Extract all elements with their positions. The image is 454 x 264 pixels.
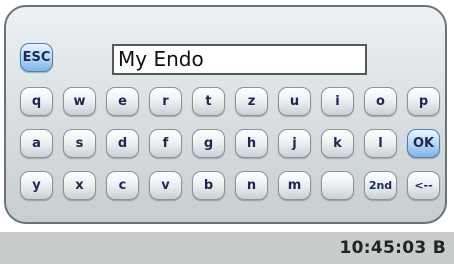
key-y[interactable]: y [20,171,53,200]
clock-readout: 10:45:03 B [339,238,446,258]
key-m[interactable]: m [278,171,311,200]
key-f[interactable]: f [149,129,182,158]
key-h[interactable]: h [235,129,268,158]
key-z[interactable]: z [235,87,268,116]
key-t[interactable]: t [192,87,225,116]
key-r[interactable]: r [149,87,182,116]
key-k[interactable]: k [321,129,354,158]
esc-key[interactable]: ESC [20,43,53,72]
key-p[interactable]: p [407,87,440,116]
keyboard-panel: ESC My Endo q w e r t z u i o p a s d f … [4,5,447,224]
key-u[interactable]: u [278,87,311,116]
key-g[interactable]: g [192,129,225,158]
key-w[interactable]: w [63,87,96,116]
backspace-key[interactable]: <-- [407,171,440,200]
key-q[interactable]: q [20,87,53,116]
status-bar: 10:45:03 B [0,232,454,264]
key-s[interactable]: s [63,129,96,158]
text-input[interactable]: My Endo [112,44,367,75]
key-c[interactable]: c [106,171,139,200]
key-j[interactable]: j [278,129,311,158]
key-n[interactable]: n [235,171,268,200]
key-b[interactable]: b [192,171,225,200]
space-key[interactable] [321,171,354,200]
key-o[interactable]: o [364,87,397,116]
key-x[interactable]: x [63,171,96,200]
key-a[interactable]: a [20,129,53,158]
key-d[interactable]: d [106,129,139,158]
key-e[interactable]: e [106,87,139,116]
ok-key[interactable]: OK [407,129,440,158]
key-v[interactable]: v [149,171,182,200]
key-l[interactable]: l [364,129,397,158]
key-i[interactable]: i [321,87,354,116]
second-function-key[interactable]: 2nd [364,171,397,200]
